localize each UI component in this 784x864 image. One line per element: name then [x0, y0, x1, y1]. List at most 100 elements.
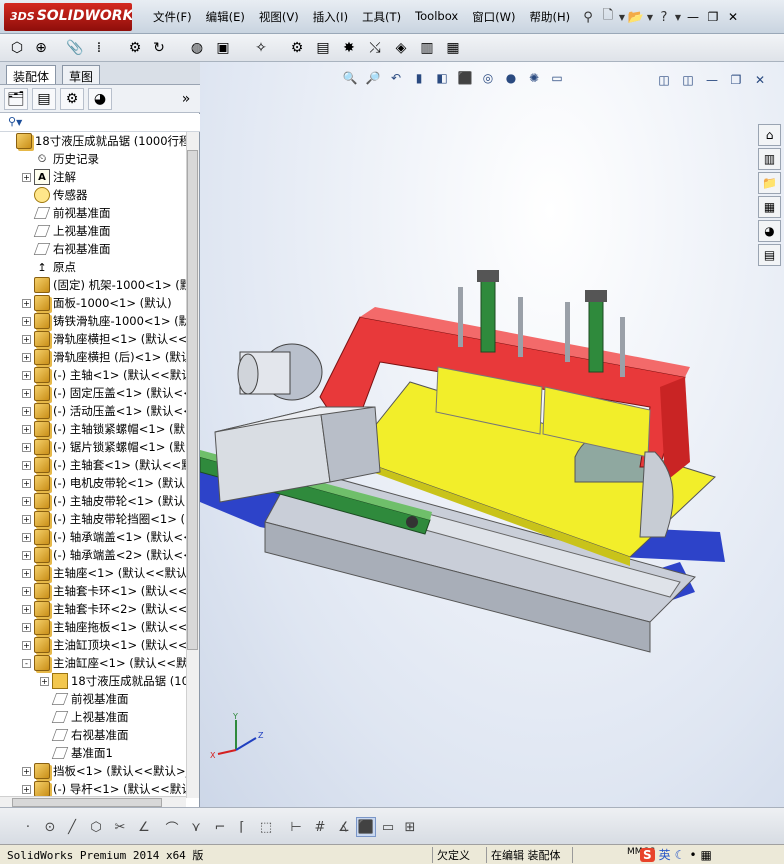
instant3d-icon[interactable]: ▦: [442, 37, 464, 59]
hide-show-items-icon[interactable]: ◎: [478, 68, 498, 88]
grid-icon[interactable]: #: [310, 817, 330, 837]
tab-assembly[interactable]: 装配体: [6, 65, 57, 84]
dropdown-arrow-icon[interactable]: ▼: [646, 7, 654, 27]
expand-icon[interactable]: +: [22, 586, 31, 596]
clearance-icon[interactable]: ▥: [416, 37, 438, 59]
expand-icon[interactable]: +: [22, 316, 31, 326]
tree-item[interactable]: 右视基准面: [0, 726, 186, 744]
restore-button[interactable]: ❐: [704, 8, 722, 26]
mate-icon[interactable]: 📎: [64, 37, 86, 59]
tree-item[interactable]: 上视基准面: [0, 708, 186, 726]
expand-icon[interactable]: +: [22, 352, 31, 362]
keyboard-icon[interactable]: ▦: [701, 848, 712, 862]
tree-item[interactable]: - 主油缸座<1> (默认<<默认: [0, 654, 186, 672]
menu-file[interactable]: 文件(F): [146, 9, 199, 27]
tree-item[interactable]: + (-) 主轴<1> (默认<<默认: [0, 366, 186, 384]
reference-geometry-icon[interactable]: ✧: [250, 37, 272, 59]
trim-icon[interactable]: ✂: [110, 817, 130, 837]
expand-icon[interactable]: +: [22, 460, 31, 470]
new-motion-study-icon[interactable]: ⚙: [286, 37, 308, 59]
expand-icon[interactable]: +: [22, 172, 31, 182]
expand-icon[interactable]: +: [22, 532, 31, 542]
expand-icon[interactable]: +: [22, 496, 31, 506]
chamfer-icon[interactable]: ⋎: [186, 817, 206, 837]
new-document-icon[interactable]: 🗋: [598, 7, 618, 27]
split-view-icon[interactable]: ◫: [678, 70, 698, 90]
tree-item[interactable]: + 主油缸顶块<1> (默认<<默: [0, 636, 186, 654]
tree-item[interactable]: +18寸液压成就品锯 (10: [0, 672, 186, 690]
design-library-icon[interactable]: ▥: [758, 148, 781, 170]
feature-manager-icon[interactable]: 🗂: [4, 88, 28, 110]
expand-icon[interactable]: +: [22, 406, 31, 416]
menu-tools[interactable]: 工具(T): [355, 9, 408, 27]
tree-item[interactable]: + (-) 电机皮带轮<1> (默认: [0, 474, 186, 492]
expand-icon[interactable]: +: [40, 676, 49, 686]
expand-icon[interactable]: +: [22, 604, 31, 614]
collapse-icon[interactable]: -: [22, 658, 31, 668]
expand-icon[interactable]: +: [22, 550, 31, 560]
zoom-to-area-icon[interactable]: 🔎: [363, 68, 383, 88]
menu-view[interactable]: 视图(V): [252, 9, 306, 27]
tree-item[interactable]: + 主轴套卡环<2> (默认<<默: [0, 600, 186, 618]
pin-icon[interactable]: ⚲: [578, 7, 598, 27]
tree-item[interactable]: 前视基准面: [0, 204, 186, 222]
configuration-manager-icon[interactable]: ⚙: [60, 88, 84, 110]
tree-item[interactable]: 基准面1: [0, 744, 186, 762]
tree-item[interactable]: + 滑轨座横担 (后)<1> (默认: [0, 348, 186, 366]
menu-toolbox[interactable]: Toolbox: [408, 9, 465, 27]
tree-item[interactable]: + A 注解: [0, 168, 186, 186]
sketch-fillet-icon[interactable]: ⌒: [162, 817, 182, 837]
tree-item[interactable]: + 主轴座拖板<1> (默认<<默: [0, 618, 186, 636]
tree-item[interactable]: + (-) 固定压盖<1> (默认<<: [0, 384, 186, 402]
edit-component-icon[interactable]: ⬡: [6, 37, 28, 59]
four-view-icon[interactable]: ⊞: [400, 817, 420, 837]
solidworks-logo[interactable]: 3DSSOLIDWORKS: [4, 3, 132, 31]
insert-component-icon[interactable]: ⊕: [30, 37, 52, 59]
expand-icon[interactable]: +: [22, 298, 31, 308]
expand-icon[interactable]: +: [22, 370, 31, 380]
tree-item[interactable]: + (-) 主轴套<1> (默认<<默: [0, 456, 186, 474]
corner-icon[interactable]: ⌐: [210, 817, 230, 837]
tree-item[interactable]: + 挡板<1> (默认<<默认>_显: [0, 762, 186, 780]
sogou-logo-icon[interactable]: S: [640, 847, 655, 862]
menu-help[interactable]: 帮助(H): [523, 9, 578, 27]
rectangle-icon[interactable]: ⬚: [256, 817, 276, 837]
menu-edit[interactable]: 编辑(E): [199, 9, 252, 27]
tree-item[interactable]: ⏲ 历史记录: [0, 150, 186, 168]
view-settings-icon[interactable]: ▭: [547, 68, 567, 88]
tree-item[interactable]: + (-) 轴承端盖<2> (默认<<: [0, 546, 186, 564]
tree-filter[interactable]: ⚲▼: [0, 114, 200, 132]
zoom-to-fit-icon[interactable]: 🔍: [340, 68, 360, 88]
tree-item[interactable]: ↥ 原点: [0, 258, 186, 276]
expand-icon[interactable]: +: [22, 784, 31, 794]
display-style-icon[interactable]: ⬛: [455, 68, 475, 88]
tree-item[interactable]: + 主轴座<1> (默认<<默认>_: [0, 564, 186, 582]
tree-item[interactable]: + (-) 锯片锁紧螺帽<1> (默: [0, 438, 186, 456]
tree-item[interactable]: + 主轴套卡环<1> (默认<<默: [0, 582, 186, 600]
tree-item[interactable]: 上视基准面: [0, 222, 186, 240]
expand-panel-icon[interactable]: »: [174, 88, 198, 110]
tree-item[interactable]: 前视基准面: [0, 690, 186, 708]
minimize-button[interactable]: —: [684, 8, 702, 26]
close-button[interactable]: ✕: [724, 8, 742, 26]
view-orientation-icon[interactable]: ◧: [432, 68, 452, 88]
tree-item[interactable]: + (-) 主轴皮带轮挡圈<1> (: [0, 510, 186, 528]
tab-sketch[interactable]: 草图: [62, 65, 101, 84]
tree-item[interactable]: + (-) 轴承端盖<1> (默认<<: [0, 528, 186, 546]
minimize-icon[interactable]: —: [702, 70, 722, 90]
ime-language[interactable]: 英: [659, 846, 671, 863]
tree-item[interactable]: + 面板-1000<1> (默认): [0, 294, 186, 312]
exploded-view-icon[interactable]: ✸: [338, 37, 360, 59]
corner-rectangle-icon[interactable]: ⌈: [232, 817, 252, 837]
polygon-icon[interactable]: ⬡: [86, 817, 106, 837]
isometric-view-icon[interactable]: ⬛: [356, 817, 376, 837]
display-manager-icon[interactable]: ◕: [88, 88, 112, 110]
expand-icon[interactable]: +: [22, 388, 31, 398]
punctuation-icon[interactable]: •: [689, 848, 696, 862]
assembly-features-icon[interactable]: ▣: [212, 37, 234, 59]
expand-icon[interactable]: +: [22, 568, 31, 578]
show-hidden-icon[interactable]: ◍: [186, 37, 208, 59]
bill-of-materials-icon[interactable]: ▤: [312, 37, 334, 59]
dropdown-arrow-icon[interactable]: ▼: [674, 7, 682, 27]
split-view-icon[interactable]: ◫: [654, 70, 674, 90]
